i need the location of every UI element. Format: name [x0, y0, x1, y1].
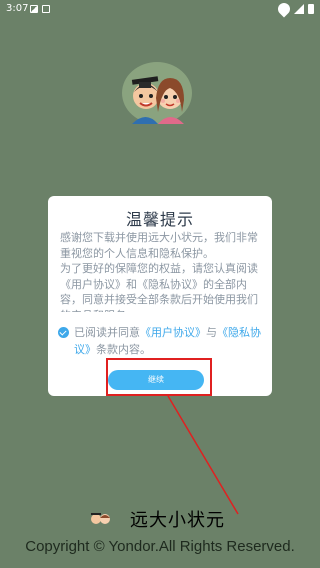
- brand-mascot-icon: [91, 513, 110, 524]
- annotation-arrow: [167, 395, 239, 515]
- copyright-text: Copyright © Yondor.All Rights Reserved.: [25, 538, 295, 555]
- brand-name: 远大小状元: [130, 510, 225, 531]
